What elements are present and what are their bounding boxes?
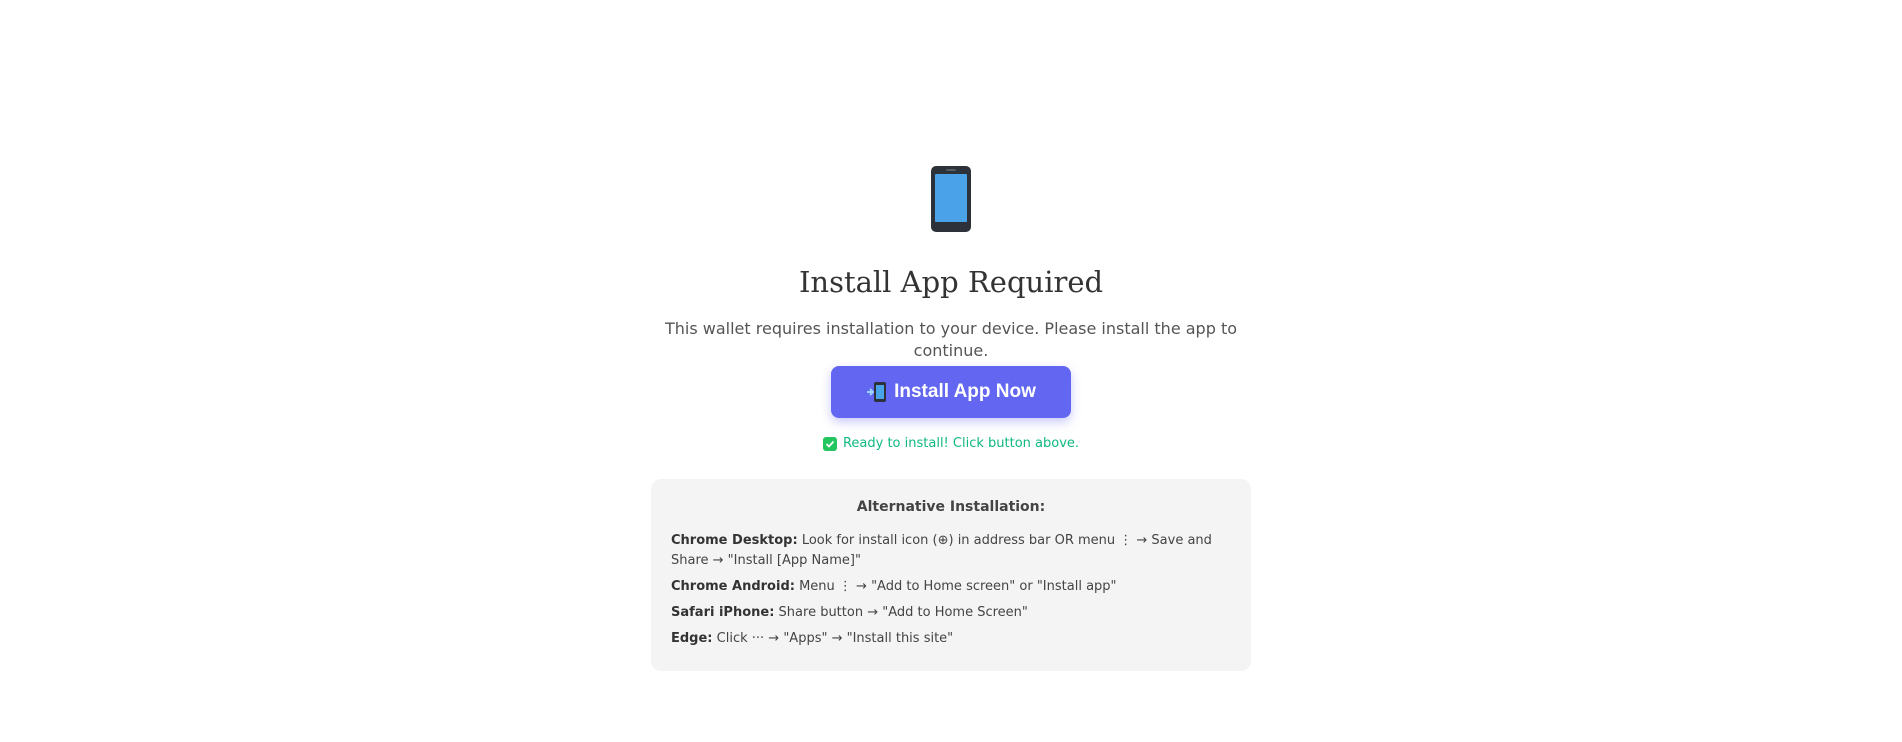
install-app-button[interactable]: Install App Now [831, 366, 1071, 418]
check-box-icon [822, 437, 837, 451]
list-item-safari-iphone: Safari iPhone: Share button → "Add to Ho… [671, 603, 1236, 623]
alternative-list: Chrome Desktop: Look for install icon (⊕… [671, 531, 1236, 655]
mobile-phone-icon [931, 166, 971, 232]
mobile-arrow-icon [866, 381, 888, 403]
platform-label: Edge: [671, 631, 713, 646]
platform-instructions: Click ··· → "Apps" → "Install this site" [716, 631, 954, 646]
platform-label: Chrome Desktop: [671, 533, 798, 548]
install-button-label: Install App Now [894, 381, 1036, 402]
install-page: Install App Required This wallet require… [0, 0, 1902, 742]
list-item-edge: Edge: Click ··· → "Apps" → "Install this… [671, 629, 1236, 649]
page-title: Install App Required [798, 265, 1104, 299]
platform-instructions: Share button → "Add to Home Screen" [778, 605, 1028, 620]
alternative-title: Alternative Installation: [856, 499, 1046, 515]
content-column: Install App Required This wallet require… [651, 0, 1251, 742]
platform-instructions: Menu ⋮ → "Add to Home screen" or "Instal… [799, 579, 1117, 594]
platform-label: Chrome Android: [671, 579, 795, 594]
list-item-chrome-android: Chrome Android: Menu ⋮ → "Add to Home sc… [671, 577, 1236, 597]
page-subtitle: This wallet requires installation to you… [664, 319, 1238, 360]
status-message: Ready to install! Click button above. [651, 434, 1251, 454]
alternative-installation-panel: Alternative Installation: Chrome Desktop… [651, 479, 1251, 671]
list-item-chrome-desktop: Chrome Desktop: Look for install icon (⊕… [671, 531, 1236, 571]
status-text: Ready to install! Click button above. [842, 436, 1080, 451]
platform-label: Safari iPhone: [671, 605, 775, 620]
